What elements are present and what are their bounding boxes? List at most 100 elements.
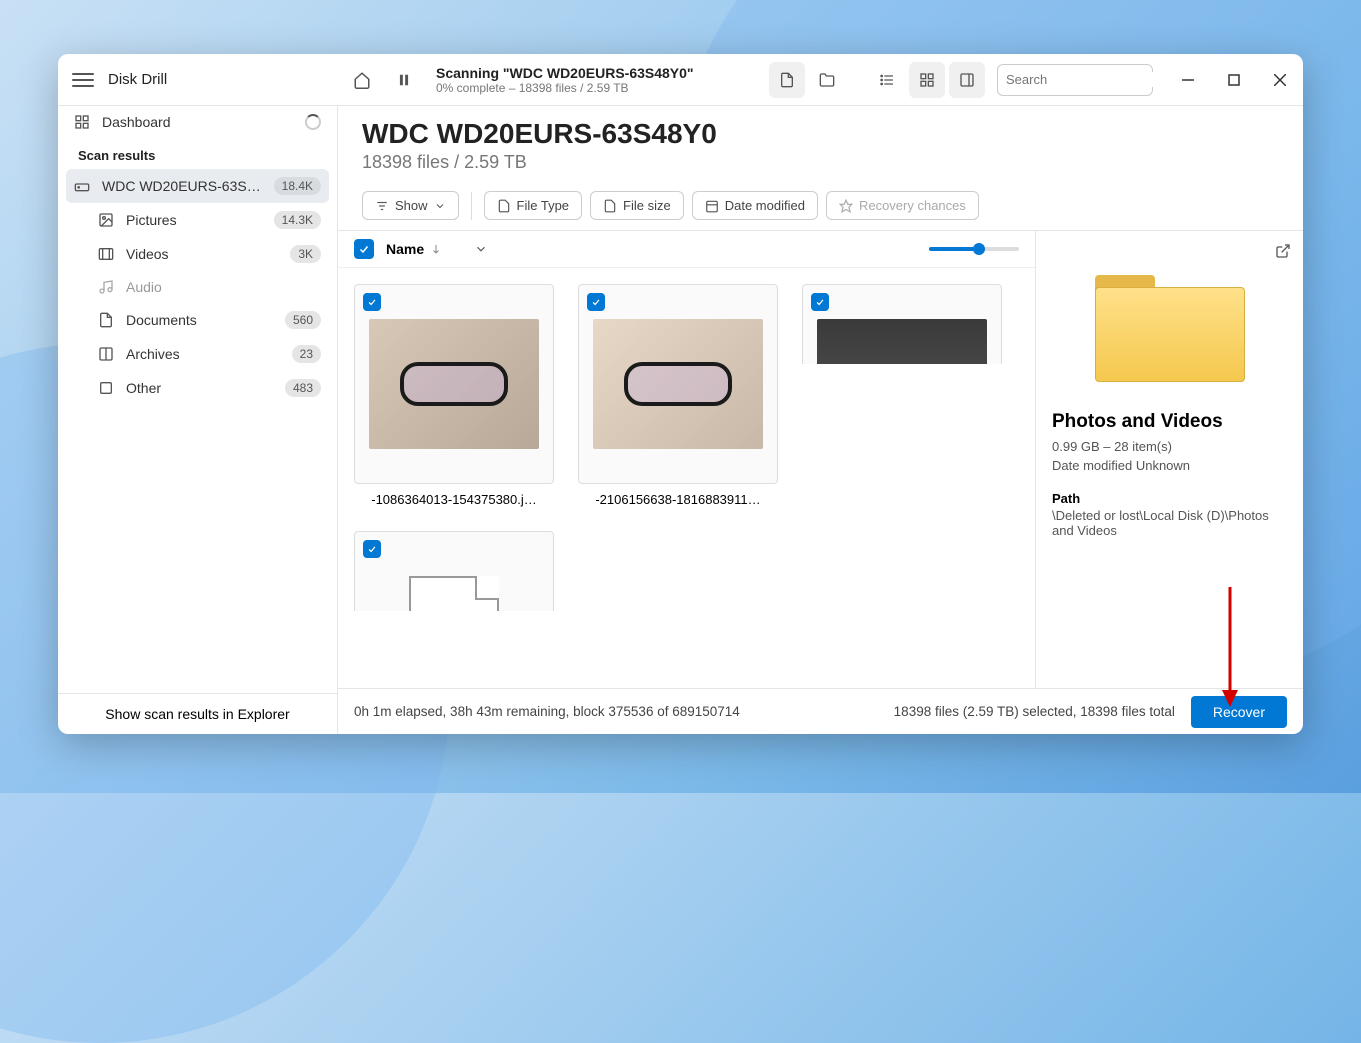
sidebar-item-label: Videos — [126, 246, 278, 262]
titlebar: Disk Drill Scanning "WDC WD20EURS-63S48Y… — [58, 54, 1303, 106]
preview-title: Photos and Videos — [1052, 411, 1287, 433]
audio-icon — [98, 279, 114, 295]
preview-path-label: Path — [1052, 491, 1287, 506]
search-box[interactable] — [997, 64, 1153, 96]
status-elapsed: 0h 1m elapsed, 38h 43m remaining, block … — [354, 704, 740, 719]
divider — [471, 192, 472, 220]
sort-down-icon — [430, 243, 442, 255]
maximize-button[interactable] — [1211, 54, 1257, 106]
app-name: Disk Drill — [108, 71, 167, 88]
scan-title: Scanning "WDC WD20EURS-63S48Y0" — [436, 65, 757, 81]
file-grid-area: Name -1086364013-154375380.j… — [338, 231, 1035, 688]
thumbnail-image — [369, 319, 539, 449]
filter-label: Recovery chances — [859, 198, 966, 213]
count-badge: 560 — [285, 311, 321, 329]
preview-size: 0.99 GB – 28 item(s) — [1052, 439, 1287, 454]
drive-icon — [74, 178, 90, 194]
file-tile[interactable]: -2106156638-1816883911… — [578, 284, 778, 507]
picture-icon — [98, 212, 114, 228]
recovery-filter-button[interactable]: Recovery chances — [826, 191, 979, 220]
file-name: -1086364013-154375380.j… — [354, 492, 554, 507]
grid-icon — [919, 72, 935, 88]
count-badge: 14.3K — [274, 211, 321, 229]
external-icon — [1275, 243, 1291, 259]
filesize-filter-button[interactable]: File size — [590, 191, 684, 220]
filter-icon — [375, 199, 389, 213]
main-area: WDC WD20EURS-63S48Y0 18398 files / 2.59 … — [338, 106, 1303, 734]
page-title: WDC WD20EURS-63S48Y0 — [362, 118, 1279, 150]
sidebar-section-header: Scan results — [58, 138, 337, 169]
scan-info: Scanning "WDC WD20EURS-63S48Y0" 0% compl… — [428, 65, 757, 95]
sidebar-item-audio[interactable]: Audio — [58, 271, 337, 303]
close-icon — [1274, 74, 1286, 86]
calendar-icon — [705, 199, 719, 213]
close-button[interactable] — [1257, 54, 1303, 106]
count-badge: 23 — [292, 345, 321, 363]
file-icon — [779, 72, 795, 88]
panel-icon — [959, 72, 975, 88]
filter-label: File size — [623, 198, 671, 213]
sidebar-item-label: Pictures — [126, 212, 262, 228]
sidebar-item-documents[interactable]: Documents 560 — [58, 303, 337, 337]
home-button[interactable] — [344, 62, 380, 98]
sidebar-item-label: Dashboard — [102, 114, 293, 130]
column-name[interactable]: Name — [386, 241, 917, 257]
chevron-down-icon[interactable] — [474, 242, 488, 256]
thumbnail-image — [593, 319, 763, 449]
sidebar-item-dashboard[interactable]: Dashboard — [58, 106, 337, 138]
filetype-filter-button[interactable]: File Type — [484, 191, 583, 220]
folder-icon — [819, 72, 835, 88]
count-badge: 483 — [285, 379, 321, 397]
sidebar-item-drive[interactable]: WDC WD20EURS-63S4… 18.4K — [66, 169, 329, 203]
count-badge: 18.4K — [274, 177, 321, 195]
open-external-button[interactable] — [1275, 243, 1291, 264]
sidebar-item-archives[interactable]: Archives 23 — [58, 337, 337, 371]
list-icon — [879, 72, 895, 88]
file-icon — [603, 199, 617, 213]
folder-preview-icon — [1095, 267, 1245, 387]
thumbnail-size-slider[interactable] — [929, 247, 1019, 251]
datemod-filter-button[interactable]: Date modified — [692, 191, 818, 220]
hamburger-icon[interactable] — [72, 69, 94, 91]
sidebar-item-pictures[interactable]: Pictures 14.3K — [58, 203, 337, 237]
view-grid-button[interactable] — [909, 62, 945, 98]
other-icon — [98, 380, 114, 396]
sidebar-item-other[interactable]: Other 483 — [58, 371, 337, 405]
status-bar: 0h 1m elapsed, 38h 43m remaining, block … — [338, 688, 1303, 734]
view-panel-button[interactable] — [949, 62, 985, 98]
view-list-button[interactable] — [869, 62, 905, 98]
tile-checkbox[interactable] — [811, 293, 829, 311]
video-icon — [98, 246, 114, 262]
tile-checkbox[interactable] — [363, 293, 381, 311]
thumbnail-image — [817, 319, 987, 364]
view-folders-button[interactable] — [809, 62, 845, 98]
file-tile[interactable]: -1086364013-154375380.j… — [354, 284, 554, 507]
file-tile[interactable] — [354, 531, 554, 611]
recover-button[interactable]: Recover — [1191, 696, 1287, 728]
sidebar-item-label: Archives — [126, 346, 280, 362]
star-icon — [839, 199, 853, 213]
preview-panel: Photos and Videos 0.99 GB – 28 item(s) D… — [1035, 231, 1303, 688]
search-input[interactable] — [1006, 72, 1182, 87]
select-all-checkbox[interactable] — [354, 239, 374, 259]
filter-bar: Show File Type File size Date modified — [338, 181, 1303, 230]
filter-label: Show — [395, 198, 428, 213]
filter-label: File Type — [517, 198, 570, 213]
file-tile[interactable] — [802, 284, 1002, 364]
file-name: -2106156638-1816883911… — [578, 492, 778, 507]
document-icon — [98, 312, 114, 328]
view-files-button[interactable] — [769, 62, 805, 98]
show-filter-button[interactable]: Show — [362, 191, 459, 220]
sidebar-item-label: WDC WD20EURS-63S4… — [102, 178, 262, 194]
document-placeholder-icon — [409, 576, 499, 611]
file-icon — [497, 199, 511, 213]
pause-button[interactable] — [386, 62, 422, 98]
tile-checkbox[interactable] — [587, 293, 605, 311]
show-in-explorer-button[interactable]: Show scan results in Explorer — [58, 693, 337, 734]
tile-checkbox[interactable] — [363, 540, 381, 558]
sidebar-item-videos[interactable]: Videos 3K — [58, 237, 337, 271]
home-icon — [353, 71, 371, 89]
preview-path: \Deleted or lost\Local Disk (D)\Photos a… — [1052, 508, 1287, 538]
filter-label: Date modified — [725, 198, 805, 213]
minimize-button[interactable] — [1165, 54, 1211, 106]
